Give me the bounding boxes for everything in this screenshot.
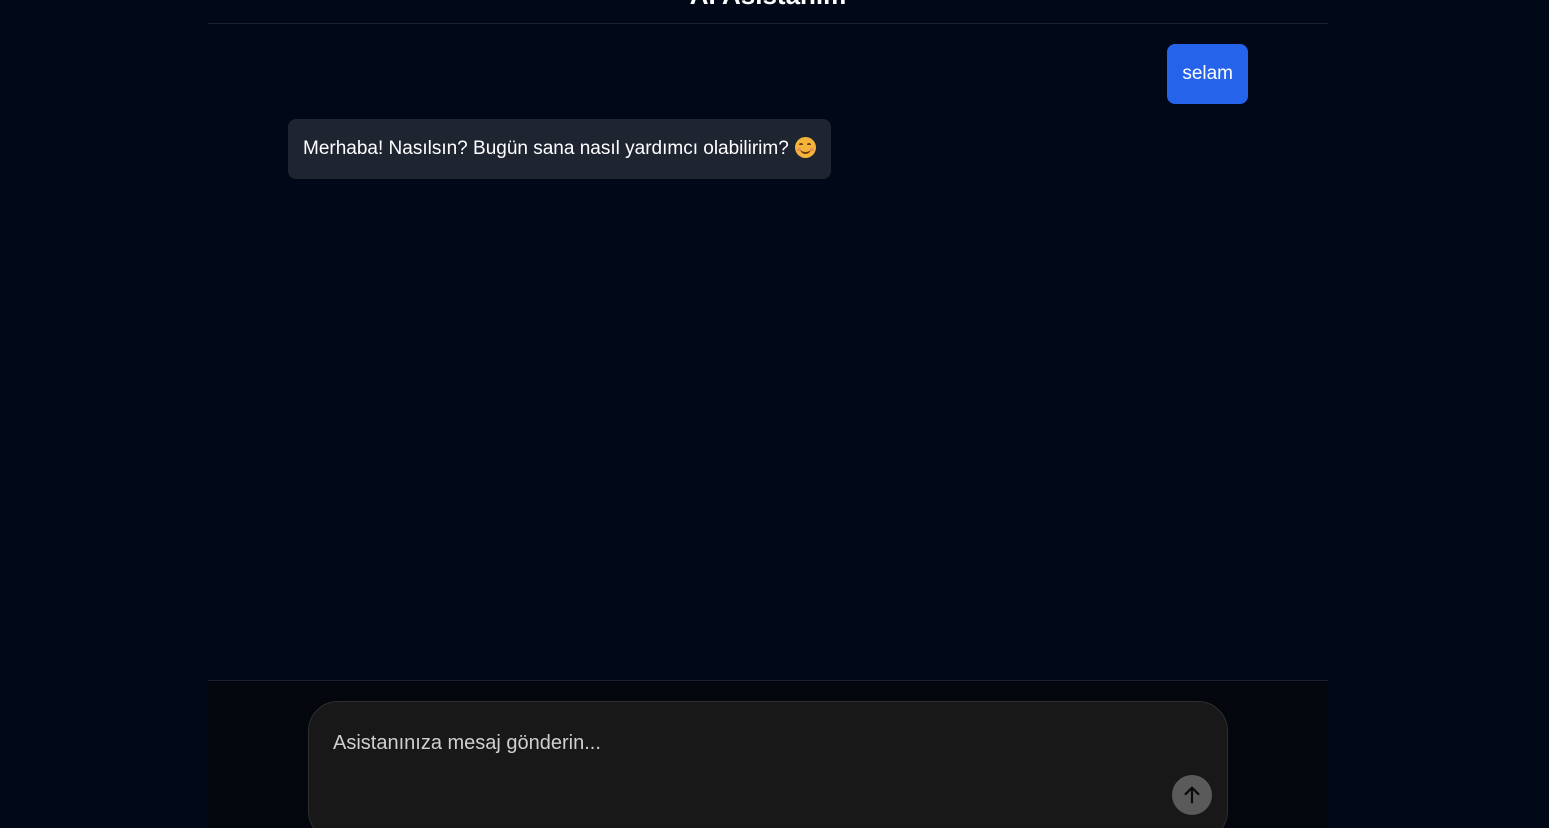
page-title: AI Asistanım	[208, 0, 1328, 10]
arrow-up-icon	[1184, 786, 1200, 804]
smiling-face-icon	[794, 137, 816, 158]
chat-header: AI Asistanım	[208, 0, 1328, 24]
composer-area	[208, 680, 1328, 828]
send-button[interactable]	[1172, 775, 1212, 815]
assistant-message-text: Merhaba! Nasılsın? Bugün sana nasıl yard…	[303, 138, 789, 159]
assistant-message-bubble: Merhaba! Nasılsın? Bugün sana nasıl yard…	[288, 119, 831, 179]
user-message-text: selam	[1182, 63, 1233, 84]
message-input[interactable]	[333, 728, 1153, 758]
chat-page: AI Asistanım selam Merhaba! Nasılsın? Bu…	[0, 0, 1549, 828]
message-list: selam Merhaba! Nasılsın? Bugün sana nası…	[208, 24, 1328, 680]
user-message-bubble: selam	[1167, 44, 1248, 104]
message-composer	[308, 701, 1228, 828]
chat-column: AI Asistanım selam Merhaba! Nasılsın? Bu…	[208, 0, 1328, 828]
